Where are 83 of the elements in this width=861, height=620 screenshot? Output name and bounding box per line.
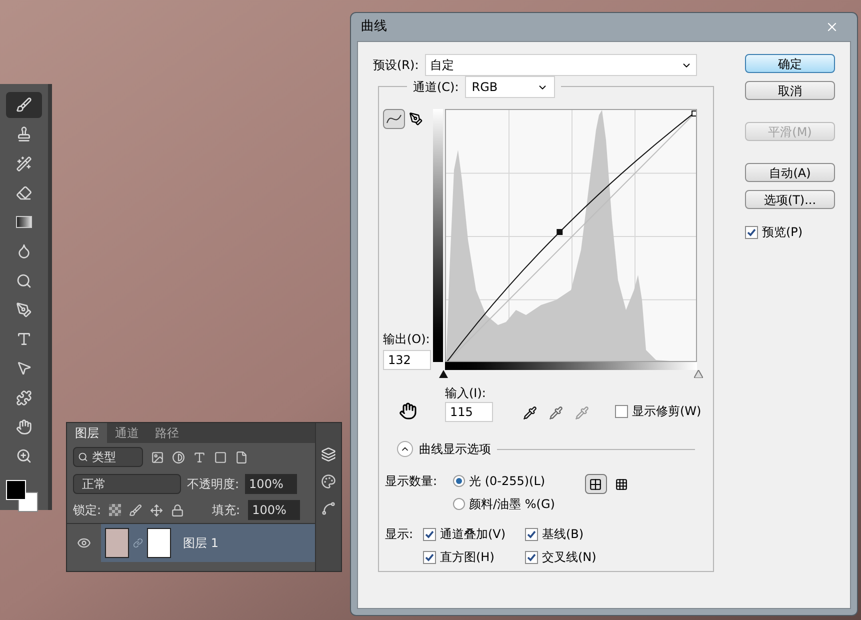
radio-button[interactable] (453, 475, 465, 487)
move-icon[interactable] (150, 504, 164, 516)
opacity-field[interactable]: 100% (245, 474, 298, 494)
eyedropper-icon[interactable] (523, 406, 537, 420)
square-icon[interactable] (214, 450, 227, 464)
show-option-checkbox[interactable] (525, 550, 538, 564)
input-label: 输入(I): (445, 385, 487, 402)
zoom-icon (16, 448, 32, 464)
dialog-button[interactable]: 自动(A) (745, 163, 835, 182)
gradient-icon (16, 216, 32, 228)
show-option-checkbox[interactable] (423, 550, 436, 564)
collapse-toggle[interactable] (397, 441, 413, 457)
search-icon (78, 452, 88, 462)
triangle-handle-icon[interactable] (694, 370, 703, 378)
radio-label: 光 (0-255)(L) (469, 473, 546, 490)
file-icon[interactable] (235, 450, 248, 464)
channel-dropdown[interactable]: RGB (464, 76, 555, 98)
curve-endpoint[interactable] (692, 110, 697, 116)
filter-dropdown[interactable]: 类型 (73, 447, 143, 467)
half-circle-icon[interactable] (172, 450, 185, 464)
eye-icon[interactable] (77, 536, 91, 550)
options-title: 曲线显示选项 (419, 441, 491, 458)
triangle-handle-icon[interactable] (439, 370, 448, 378)
show-option-label: 基线(B) (542, 526, 584, 543)
path-icon[interactable] (321, 501, 336, 516)
panel-tab[interactable]: 图层 (67, 423, 107, 443)
fill-field[interactable]: 100% (248, 500, 300, 520)
layer-name: 图层 1 (183, 534, 218, 552)
show-clipping-checkbox[interactable] (615, 404, 628, 418)
layer-thumbnail (105, 528, 129, 558)
dialog-button[interactable]: 确定 (745, 54, 835, 73)
curve-point[interactable] (556, 229, 563, 236)
blend-mode-dropdown[interactable]: 正常 (73, 474, 181, 494)
dialog-button[interactable]: 取消 (745, 81, 835, 100)
show-clipping-label: 显示修剪(W) (632, 403, 702, 420)
show-option-checkbox[interactable] (525, 528, 538, 540)
radio-button[interactable] (453, 498, 465, 510)
mask-thumbnail (147, 528, 171, 558)
grid-icon (589, 478, 602, 490)
hand-icon (16, 418, 32, 435)
curve-tool-button[interactable] (383, 109, 405, 129)
preset-dropdown[interactable]: 自定 (424, 54, 697, 76)
image-icon[interactable] (151, 450, 164, 464)
brush-tool-button[interactable] (6, 92, 42, 118)
grid-icon (615, 478, 628, 490)
lock-icon[interactable] (171, 504, 184, 516)
select-icon (16, 360, 32, 376)
show-option-label: 交叉线(N) (542, 549, 596, 566)
radio-label: 颜料/油墨 %(G) (469, 496, 555, 513)
fill-label: 填充: (212, 502, 240, 519)
palette-icon[interactable] (321, 474, 336, 489)
brush-icon[interactable] (129, 504, 142, 516)
preview-checkbox[interactable] (745, 226, 758, 238)
show-label: 显示: (385, 526, 414, 543)
type-icon (16, 331, 32, 348)
output-label: 输出(O): (383, 331, 431, 348)
show-option-label: 直方图(H) (440, 549, 494, 566)
preview-label: 预览(P) (762, 224, 803, 241)
stamp-icon (16, 126, 32, 142)
show-option-label: 通道叠加(V) (440, 526, 506, 543)
simple-grid-button[interactable] (584, 474, 607, 494)
foreground-color-swatch[interactable] (6, 480, 26, 500)
type-icon[interactable] (193, 450, 206, 464)
layers-icon[interactable] (321, 447, 336, 462)
wave-icon (386, 114, 402, 124)
panel-tab[interactable]: 路径 (147, 423, 187, 443)
amount-label: 显示数量: (385, 473, 438, 490)
brush-icon (16, 97, 32, 114)
opacity-label: 不透明度: (187, 476, 240, 493)
dialog-button[interactable]: 选项(T)... (745, 190, 835, 209)
layer-row[interactable]: 图层 1 (101, 524, 315, 562)
checker-icon[interactable] (109, 504, 122, 516)
panel-tab[interactable]: 通道 (107, 423, 147, 443)
channel-label: 通道(C): (413, 79, 459, 96)
pen-icon (16, 302, 32, 318)
lock-label: 锁定: (73, 502, 102, 519)
link-icon (133, 538, 143, 548)
preset-label: 预设(R): (373, 57, 419, 74)
output-field[interactable]: 132 (383, 350, 431, 370)
show-option-checkbox[interactable] (423, 528, 436, 540)
input-field[interactable]: 115 (445, 402, 493, 422)
eraser-icon (16, 184, 32, 201)
dialog-title: 曲线 (361, 18, 387, 36)
